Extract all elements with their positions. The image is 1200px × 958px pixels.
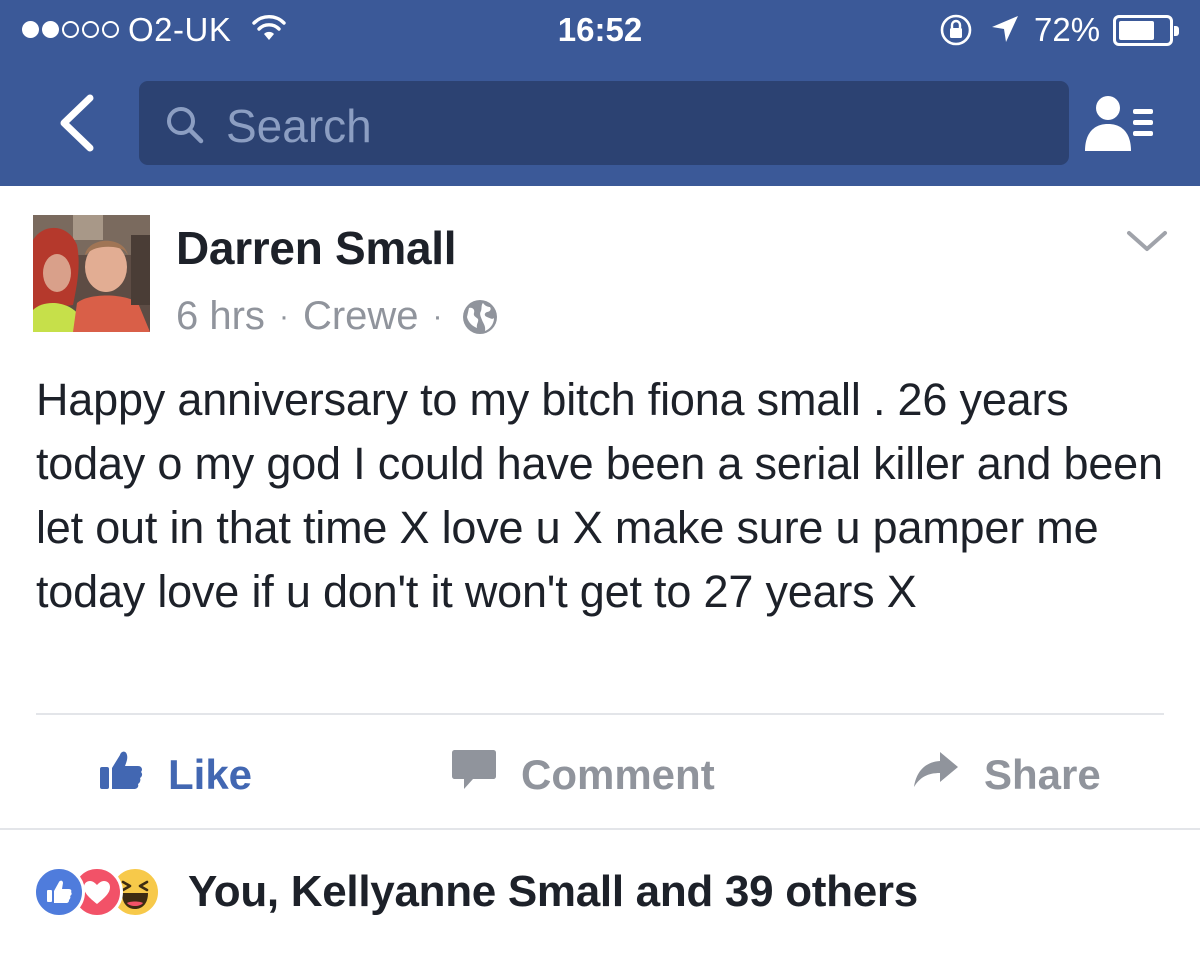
back-button[interactable] bbox=[52, 94, 104, 152]
post-location[interactable]: Crewe bbox=[303, 294, 419, 339]
battery-fill bbox=[1119, 21, 1154, 40]
friend-requests-icon bbox=[1085, 96, 1153, 151]
top-navigation-bar: O2-UK 16:52 72% Search bbox=[0, 0, 1200, 186]
facebook-post-screen: O2-UK 16:52 72% Search Darren Small 6 hr… bbox=[0, 0, 1200, 958]
battery-percentage: 72% bbox=[1034, 11, 1101, 48]
meta-separator: · bbox=[278, 299, 289, 333]
comment-button[interactable]: Comment bbox=[451, 745, 715, 805]
divider bbox=[0, 828, 1200, 830]
location-arrow-icon bbox=[990, 14, 1020, 49]
search-placeholder: Search bbox=[226, 100, 372, 152]
reactions-summary[interactable]: You, Kellyanne Small and 39 others bbox=[188, 867, 918, 917]
post-options-button[interactable] bbox=[1125, 228, 1169, 254]
chevron-left-icon bbox=[60, 94, 94, 152]
rotation-lock-icon bbox=[938, 12, 974, 53]
battery-nub bbox=[1174, 26, 1179, 36]
profile-photo bbox=[33, 215, 150, 332]
comment-label: Comment bbox=[521, 751, 715, 798]
post-timestamp[interactable]: 6 hrs bbox=[176, 294, 265, 339]
globe-icon bbox=[461, 298, 499, 336]
search-icon bbox=[163, 104, 207, 151]
post-author-name[interactable]: Darren Small bbox=[176, 221, 457, 275]
post-text: Happy anniversary to my bitch fiona smal… bbox=[36, 374, 1163, 617]
like-label: Like bbox=[168, 751, 253, 798]
share-arrow-icon bbox=[912, 750, 960, 800]
divider bbox=[36, 713, 1164, 715]
share-label: Share bbox=[984, 751, 1101, 798]
comment-bubble-icon bbox=[451, 748, 497, 802]
meta-separator: · bbox=[432, 299, 443, 333]
status-bar: O2-UK 16:52 72% bbox=[0, 0, 1200, 62]
clock: 16:52 bbox=[557, 11, 643, 48]
share-button[interactable]: Share bbox=[912, 745, 1101, 805]
like-reaction-icon bbox=[33, 866, 85, 918]
chevron-down-icon bbox=[1127, 231, 1167, 251]
friend-requests-button[interactable] bbox=[1082, 93, 1156, 155]
post-meta: 6 hrs · Crewe · bbox=[176, 294, 499, 339]
avatar[interactable] bbox=[33, 215, 150, 332]
search-bar[interactable]: Search bbox=[139, 81, 1069, 165]
thumbs-up-icon bbox=[98, 747, 144, 803]
battery-icon bbox=[1113, 15, 1179, 46]
like-button[interactable]: Like bbox=[98, 745, 252, 805]
